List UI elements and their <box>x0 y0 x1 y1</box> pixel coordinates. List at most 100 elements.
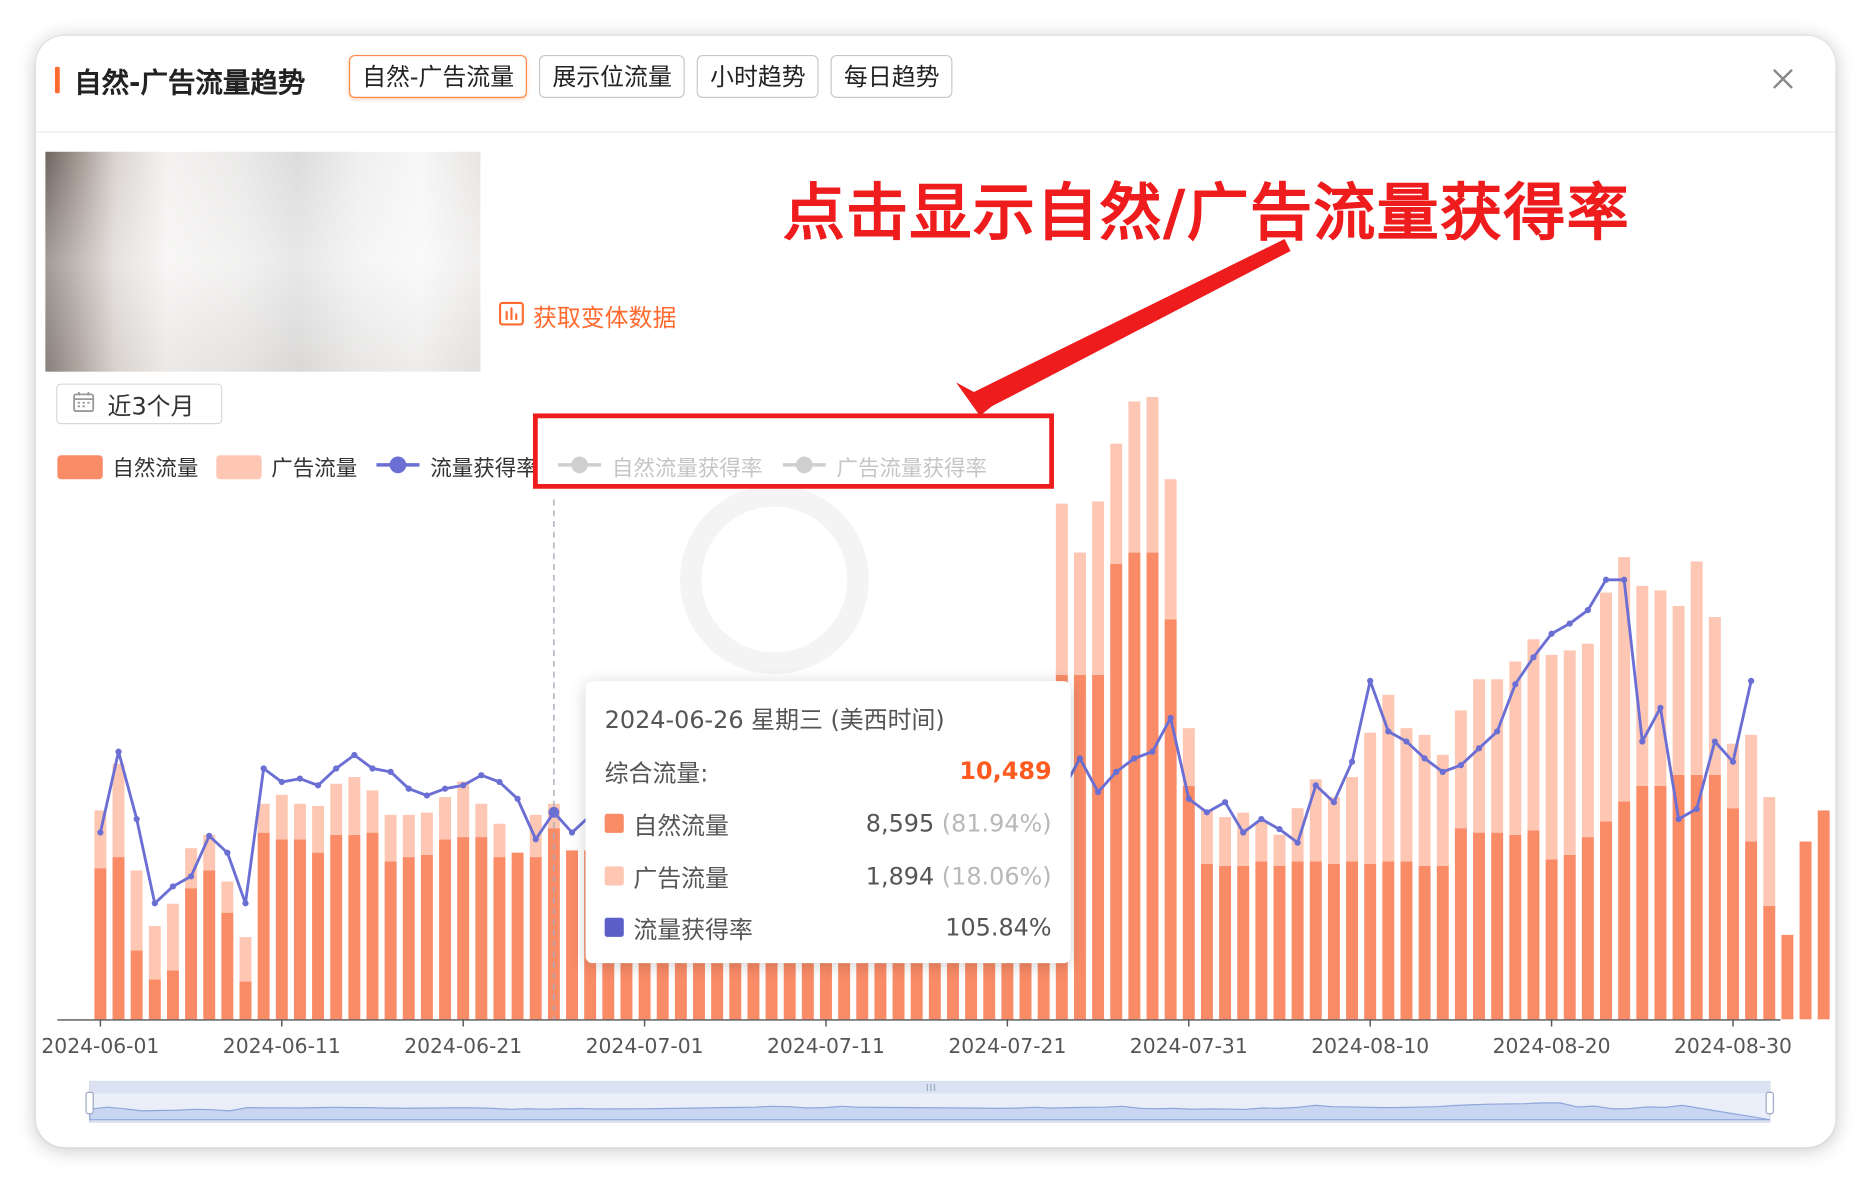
datazoom-right-handle <box>1765 1091 1774 1115</box>
bar-ad-traffic <box>1672 605 1685 775</box>
point-traffic-rate <box>1367 677 1374 684</box>
bar-natural-traffic <box>529 857 542 1020</box>
bar-ad-traffic <box>1128 401 1141 553</box>
tooltip-swatch <box>604 866 624 886</box>
point-traffic-rate <box>1621 576 1628 583</box>
x-tick-label: 2024-08-10 <box>1311 1034 1429 1058</box>
tooltip-swatch <box>604 813 624 833</box>
point-traffic-rate <box>206 832 213 840</box>
bar-natural-traffic <box>366 832 379 1020</box>
bar-natural-traffic <box>330 834 343 1020</box>
point-traffic-rate <box>387 768 394 775</box>
bar-natural-traffic <box>1291 861 1304 1020</box>
tooltip-row-pct: (18.06%) <box>941 861 1052 891</box>
bar-natural-traffic <box>1563 854 1576 1020</box>
point-traffic-rate <box>514 795 521 802</box>
point-traffic-rate <box>532 836 539 843</box>
bar-ad-traffic <box>1690 561 1703 775</box>
bar-natural-traffic <box>1817 810 1830 1020</box>
bar-natural-traffic <box>239 981 252 1020</box>
point-traffic-rate <box>1421 755 1428 762</box>
bar-natural-traffic <box>1182 785 1195 1020</box>
annotation-arrow <box>956 239 1291 416</box>
bar-ad-traffic <box>1545 654 1558 860</box>
tooltip-row-value: 105.84% <box>945 912 1052 942</box>
bar-ad-traffic <box>1400 728 1413 862</box>
bar-natural-traffic <box>94 868 107 1020</box>
bar-natural-traffic <box>402 857 415 1020</box>
bar-natural-traffic <box>1273 865 1286 1020</box>
point-traffic-rate <box>1748 677 1755 684</box>
bar-natural-traffic <box>312 852 325 1020</box>
bar-natural-traffic <box>348 834 361 1020</box>
bar-natural-traffic <box>511 852 524 1020</box>
point-traffic-rate <box>242 900 249 907</box>
tooltip-total-row: 综合流量: 10,489 <box>605 755 1052 786</box>
point-traffic-rate <box>1693 805 1700 813</box>
tooltip-swatch <box>604 917 624 937</box>
x-tick-label: 2024-07-31 <box>1130 1034 1248 1058</box>
bar-natural-traffic <box>166 970 179 1020</box>
bar-natural-traffic <box>1527 830 1540 1020</box>
tooltip-row-value: 8,595 <box>865 809 935 838</box>
tooltip-total-value: 10,489 <box>959 756 1052 786</box>
x-tick-label: 2024-08-20 <box>1493 1034 1611 1058</box>
point-traffic-rate <box>1566 620 1573 627</box>
bar-natural-traffic <box>112 857 125 1020</box>
point-traffic-rate <box>1548 630 1555 637</box>
x-tick-label: 2024-06-11 <box>223 1034 341 1058</box>
point-traffic-rate <box>1149 748 1156 755</box>
point-traffic-rate <box>1221 799 1229 806</box>
point-traffic-rate <box>314 782 322 789</box>
point-traffic-rate <box>1675 815 1682 823</box>
bar-natural-traffic <box>275 839 288 1020</box>
bar-ad-traffic <box>402 814 415 858</box>
bar-natural-traffic <box>1327 863 1340 1020</box>
bar-ad-traffic <box>420 812 433 855</box>
point-traffic-rate <box>1530 654 1537 661</box>
bar-natural-traffic <box>1654 785 1667 1020</box>
bar-ad-traffic <box>1237 812 1250 866</box>
point-traffic-rate <box>369 765 376 772</box>
bar-ad-traffic <box>1763 797 1776 906</box>
point-traffic-rate <box>548 806 560 818</box>
point-traffic-rate <box>568 829 576 836</box>
bar-ad-traffic <box>293 803 306 840</box>
bar-ad-traffic <box>1055 503 1068 675</box>
bar-ad-traffic <box>1527 639 1540 831</box>
bar-ad-traffic <box>1491 679 1504 833</box>
point-traffic-rate <box>1494 728 1501 735</box>
bar-ad-traffic <box>1291 808 1304 862</box>
point-traffic-rate <box>1439 768 1446 775</box>
bar-ad-traffic <box>1327 797 1340 864</box>
bar-natural-traffic <box>566 850 578 1020</box>
tooltip-row-label: 流量获得率 <box>633 914 753 944</box>
bar-ad-traffic <box>1618 557 1631 802</box>
point-traffic-rate <box>97 829 104 836</box>
point-traffic-rate <box>1240 829 1247 836</box>
bar-natural-traffic <box>1146 552 1159 1020</box>
bar-natural-traffic <box>493 857 506 1020</box>
bar-ad-traffic <box>130 870 143 951</box>
point-traffic-rate <box>405 785 412 792</box>
point-traffic-rate <box>1294 839 1301 846</box>
bar-ad-traffic <box>221 881 234 913</box>
point-traffic-rate <box>478 772 485 779</box>
bar-natural-traffic <box>1799 841 1812 1020</box>
point-traffic-rate <box>1657 704 1664 711</box>
bar-ad-traffic <box>112 763 125 858</box>
bar-ad-traffic <box>1454 710 1467 829</box>
bar-natural-traffic <box>1545 859 1558 1020</box>
point-traffic-rate <box>460 782 467 789</box>
tooltip-row-pct: (81.94%) <box>941 809 1052 838</box>
bar-ad-traffic <box>1255 821 1268 862</box>
bar-natural-traffic <box>1092 674 1105 1020</box>
point-traffic-rate <box>1512 681 1519 688</box>
bar-natural-traffic <box>1164 619 1177 1020</box>
bar-natural-traffic <box>457 837 470 1020</box>
x-tick-label: 2024-07-11 <box>767 1034 885 1058</box>
x-tick-label: 2024-07-01 <box>586 1034 704 1058</box>
point-traffic-rate <box>1276 826 1283 833</box>
bar-natural-traffic <box>1073 674 1086 1020</box>
point-traffic-rate <box>1113 768 1120 775</box>
